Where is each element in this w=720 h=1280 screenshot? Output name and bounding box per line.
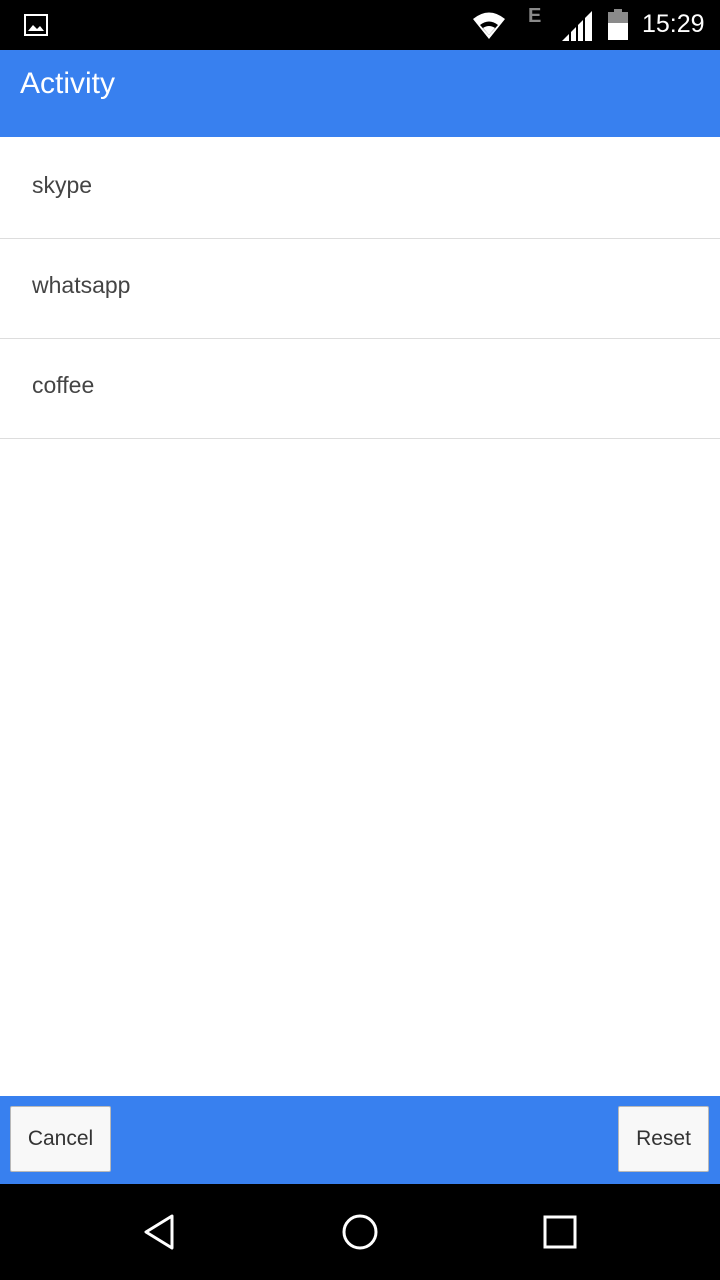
list-item[interactable]: whatsapp [0, 239, 720, 339]
wifi-icon [473, 12, 505, 39]
battery-icon [608, 9, 628, 40]
reset-button[interactable]: Reset [618, 1106, 709, 1172]
activity-list: skype whatsapp coffee [0, 139, 720, 439]
footer-bar: Cancel Reset [0, 1096, 720, 1184]
app-bar: Activity [0, 50, 720, 137]
navigation-bar [0, 1184, 720, 1280]
back-icon[interactable] [140, 1212, 180, 1252]
page-title: Activity [20, 67, 116, 100]
cancel-button[interactable]: Cancel [10, 1106, 111, 1172]
list-item-label: whatsapp [32, 272, 131, 298]
list-item[interactable]: coffee [0, 339, 720, 439]
list-item-label: skype [32, 172, 93, 198]
status-bar: E 15:29 [0, 0, 720, 50]
status-clock: 15:29 [642, 10, 705, 38]
home-icon[interactable] [340, 1212, 380, 1252]
gallery-icon [24, 14, 48, 36]
signal-icon [562, 11, 592, 41]
list-item[interactable]: skype [0, 139, 720, 239]
list-item-label: coffee [32, 372, 95, 398]
recents-icon[interactable] [540, 1212, 580, 1252]
network-type-label: E [528, 5, 542, 27]
